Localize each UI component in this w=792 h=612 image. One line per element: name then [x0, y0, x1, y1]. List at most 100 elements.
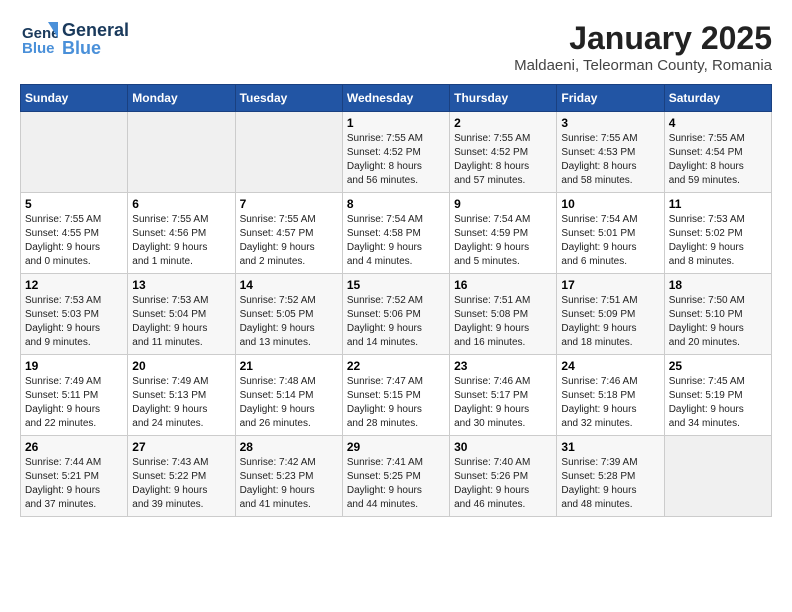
calendar-cell: 28 Sunrise: 7:42 AM Sunset: 5:23 PM Dayli…	[235, 436, 342, 517]
calendar-cell: 24Sunrise: 7:46 AM Sunset: 5:18 PM Dayli…	[557, 355, 664, 436]
header-wednesday: Wednesday	[342, 85, 449, 112]
day-info: Sunrise: 7:46 AM Sunset: 5:18 PM Dayligh…	[561, 375, 659, 431]
day-number: 30	[454, 440, 552, 454]
calendar-cell: 14 Sunrise: 7:52 AM Sunset: 5:05 PM Dayli…	[235, 274, 342, 355]
day-number: 12	[25, 278, 123, 292]
day-info: Sunrise: 7:40 AM Sunset: 5:26 PM Dayligh…	[454, 456, 552, 512]
day-info: Sunrise: 7:48 AM Sunset: 5:14 PM Dayligh…	[240, 375, 338, 431]
day-number: 19	[25, 359, 123, 373]
day-number: 8	[347, 197, 445, 211]
day-info: Sunrise: 7:53 AM Sunset: 5:02 PM Dayligh…	[669, 213, 767, 269]
day-number: 4	[669, 116, 767, 130]
day-info: Sunrise: 7:55 AM Sunset: 4:52 PM Dayligh…	[454, 132, 552, 188]
calendar-cell: 20 Sunrise: 7:49 AM Sunset: 5:13 PM Dayli…	[128, 355, 235, 436]
day-number: 14	[240, 278, 338, 292]
day-info: Sunrise: 7:47 AM Sunset: 5:15 PM Dayligh…	[347, 375, 445, 431]
day-number: 6	[132, 197, 230, 211]
calendar-body: 1 Sunrise: 7:55 AM Sunset: 4:52 PM Daylig…	[21, 112, 772, 517]
calendar-cell: 13Sunrise: 7:53 AM Sunset: 5:04 PM Dayli…	[128, 274, 235, 355]
day-number: 7	[240, 197, 338, 211]
calendar-table: SundayMondayTuesdayWednesdayThursdayFrid…	[20, 84, 772, 517]
calendar-cell: 15Sunrise: 7:52 AM Sunset: 5:06 PM Dayli…	[342, 274, 449, 355]
day-info: Sunrise: 7:46 AM Sunset: 5:17 PM Dayligh…	[454, 375, 552, 431]
header-row: SundayMondayTuesdayWednesdayThursdayFrid…	[21, 85, 772, 112]
calendar-cell: 21 Sunrise: 7:48 AM Sunset: 5:14 PM Dayli…	[235, 355, 342, 436]
header-tuesday: Tuesday	[235, 85, 342, 112]
header-sunday: Sunday	[21, 85, 128, 112]
day-info: Sunrise: 7:54 AM Sunset: 4:58 PM Dayligh…	[347, 213, 445, 269]
day-info: Sunrise: 7:54 AM Sunset: 5:01 PM Dayligh…	[561, 213, 659, 269]
week-row-1: 1 Sunrise: 7:55 AM Sunset: 4:52 PM Daylig…	[21, 112, 772, 193]
day-number: 18	[669, 278, 767, 292]
day-number: 28	[240, 440, 338, 454]
location-subtitle: Maldaeni, Teleorman County, Romania	[514, 57, 772, 74]
logo-icon: Gene Blue	[20, 20, 58, 58]
day-info: Sunrise: 7:45 AM Sunset: 5:19 PM Dayligh…	[669, 375, 767, 431]
day-info: Sunrise: 7:52 AM Sunset: 5:06 PM Dayligh…	[347, 294, 445, 350]
day-info: Sunrise: 7:43 AM Sunset: 5:22 PM Dayligh…	[132, 456, 230, 512]
day-info: Sunrise: 7:55 AM Sunset: 4:56 PM Dayligh…	[132, 213, 230, 269]
calendar-header: SundayMondayTuesdayWednesdayThursdayFrid…	[21, 85, 772, 112]
day-info: Sunrise: 7:51 AM Sunset: 5:08 PM Dayligh…	[454, 294, 552, 350]
week-row-5: 26Sunrise: 7:44 AM Sunset: 5:21 PM Dayli…	[21, 436, 772, 517]
calendar-cell: 27 Sunrise: 7:43 AM Sunset: 5:22 PM Dayli…	[128, 436, 235, 517]
day-number: 23	[454, 359, 552, 373]
calendar-cell: 19Sunrise: 7:49 AM Sunset: 5:11 PM Dayli…	[21, 355, 128, 436]
day-number: 25	[669, 359, 767, 373]
day-number: 20	[132, 359, 230, 373]
day-number: 27	[132, 440, 230, 454]
day-info: Sunrise: 7:42 AM Sunset: 5:23 PM Dayligh…	[240, 456, 338, 512]
day-info: Sunrise: 7:52 AM Sunset: 5:05 PM Dayligh…	[240, 294, 338, 350]
calendar-cell	[235, 112, 342, 193]
svg-text:Blue: Blue	[22, 40, 55, 57]
week-row-2: 5Sunrise: 7:55 AM Sunset: 4:55 PM Daylig…	[21, 193, 772, 274]
calendar-cell: 23 Sunrise: 7:46 AM Sunset: 5:17 PM Dayli…	[450, 355, 557, 436]
day-number: 26	[25, 440, 123, 454]
calendar-cell: 25 Sunrise: 7:45 AM Sunset: 5:19 PM Dayli…	[664, 355, 771, 436]
logo-text: General Blue	[62, 21, 129, 57]
calendar-cell: 4 Sunrise: 7:55 AM Sunset: 4:54 PM Daylig…	[664, 112, 771, 193]
day-number: 9	[454, 197, 552, 211]
calendar-cell: 8 Sunrise: 7:54 AM Sunset: 4:58 PM Daylig…	[342, 193, 449, 274]
calendar-cell: 6 Sunrise: 7:55 AM Sunset: 4:56 PM Daylig…	[128, 193, 235, 274]
day-number: 1	[347, 116, 445, 130]
calendar-cell: 9Sunrise: 7:54 AM Sunset: 4:59 PM Daylig…	[450, 193, 557, 274]
day-info: Sunrise: 7:53 AM Sunset: 5:04 PM Dayligh…	[132, 294, 230, 350]
calendar-cell: 3 Sunrise: 7:55 AM Sunset: 4:53 PM Daylig…	[557, 112, 664, 193]
title-block: January 2025 Maldaeni, Teleorman County,…	[514, 20, 772, 74]
calendar-cell: 26Sunrise: 7:44 AM Sunset: 5:21 PM Dayli…	[21, 436, 128, 517]
calendar-cell: 10 Sunrise: 7:54 AM Sunset: 5:01 PM Dayli…	[557, 193, 664, 274]
day-info: Sunrise: 7:39 AM Sunset: 5:28 PM Dayligh…	[561, 456, 659, 512]
header-friday: Friday	[557, 85, 664, 112]
day-number: 2	[454, 116, 552, 130]
logo-blue: Blue	[62, 39, 129, 57]
day-number: 11	[669, 197, 767, 211]
calendar-cell	[21, 112, 128, 193]
page-header: Gene Blue General Blue January 2025 Mald…	[20, 20, 772, 74]
calendar-cell: 1Sunrise: 7:55 AM Sunset: 4:52 PM Daylig…	[342, 112, 449, 193]
calendar-cell: 2 Sunrise: 7:55 AM Sunset: 4:52 PM Daylig…	[450, 112, 557, 193]
calendar-cell	[664, 436, 771, 517]
day-number: 16	[454, 278, 552, 292]
calendar-cell: 30 Sunrise: 7:40 AM Sunset: 5:26 PM Dayli…	[450, 436, 557, 517]
calendar-cell	[128, 112, 235, 193]
header-monday: Monday	[128, 85, 235, 112]
calendar-cell: 31Sunrise: 7:39 AM Sunset: 5:28 PM Dayli…	[557, 436, 664, 517]
day-info: Sunrise: 7:55 AM Sunset: 4:57 PM Dayligh…	[240, 213, 338, 269]
calendar-cell: 29Sunrise: 7:41 AM Sunset: 5:25 PM Dayli…	[342, 436, 449, 517]
day-number: 3	[561, 116, 659, 130]
day-info: Sunrise: 7:55 AM Sunset: 4:53 PM Dayligh…	[561, 132, 659, 188]
week-row-3: 12Sunrise: 7:53 AM Sunset: 5:03 PM Dayli…	[21, 274, 772, 355]
day-info: Sunrise: 7:49 AM Sunset: 5:13 PM Dayligh…	[132, 375, 230, 431]
logo: Gene Blue General Blue	[20, 20, 129, 58]
day-number: 21	[240, 359, 338, 373]
month-title: January 2025	[514, 20, 772, 57]
calendar-cell: 17Sunrise: 7:51 AM Sunset: 5:09 PM Dayli…	[557, 274, 664, 355]
day-number: 10	[561, 197, 659, 211]
day-info: Sunrise: 7:55 AM Sunset: 4:54 PM Dayligh…	[669, 132, 767, 188]
header-thursday: Thursday	[450, 85, 557, 112]
header-saturday: Saturday	[664, 85, 771, 112]
day-number: 29	[347, 440, 445, 454]
day-info: Sunrise: 7:50 AM Sunset: 5:10 PM Dayligh…	[669, 294, 767, 350]
day-info: Sunrise: 7:51 AM Sunset: 5:09 PM Dayligh…	[561, 294, 659, 350]
